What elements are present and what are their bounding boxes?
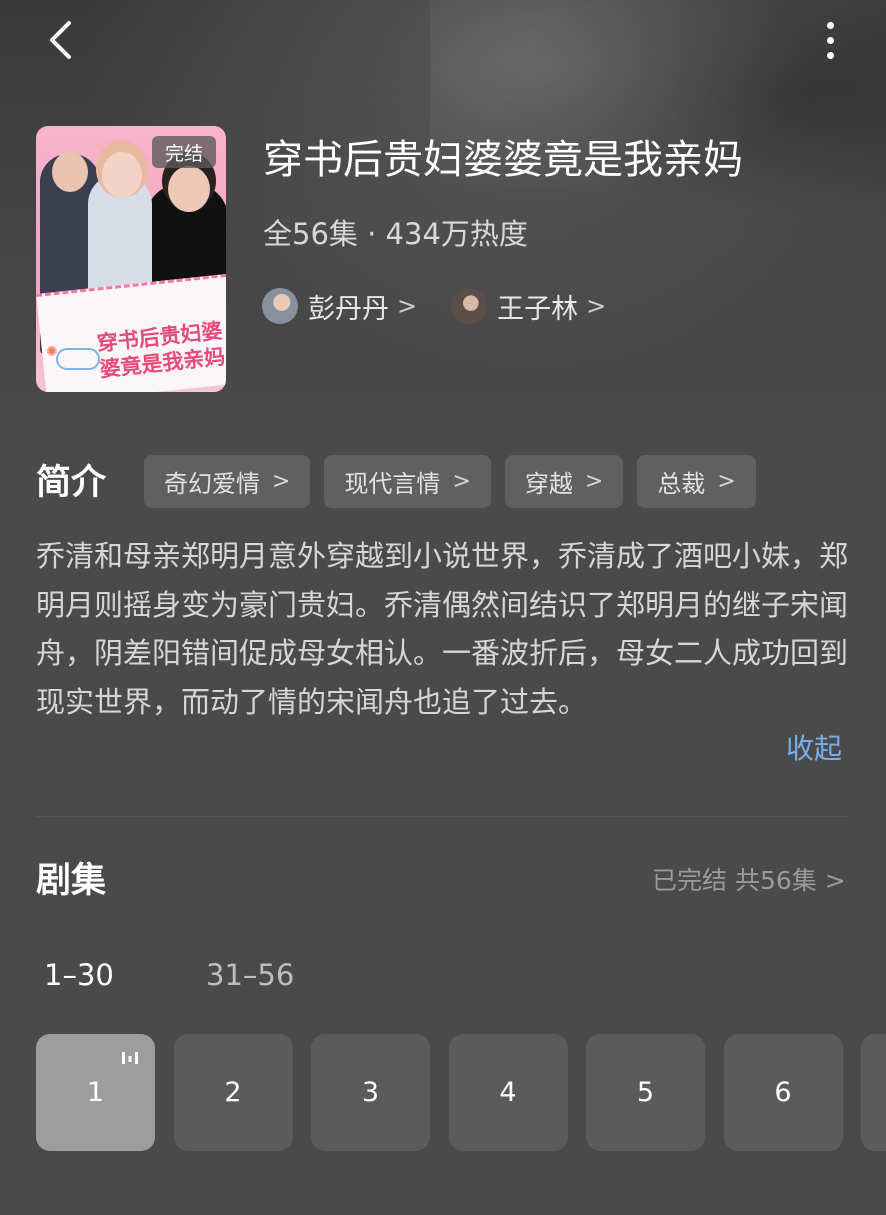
tag-label: 穿越 bbox=[524, 470, 573, 498]
show-description: 乔清和母亲郑明月意外穿越到小说世界，乔清成了酒吧小妹，郑明月则摇身变为豪门贵妇。… bbox=[36, 539, 849, 719]
tag-label: 现代言情 bbox=[344, 470, 441, 498]
episode-number: 4 bbox=[499, 1077, 517, 1108]
episode-number: 2 bbox=[224, 1077, 242, 1108]
actor-name: 王子林 bbox=[497, 293, 579, 325]
cloud-icon bbox=[56, 348, 100, 370]
show-poster[interactable]: ✺ 穿书后贵妇婆婆竟是我亲妈 完结 bbox=[36, 126, 226, 392]
show-title: 穿书后贵妇婆婆竟是我亲妈 bbox=[263, 137, 743, 183]
tab-range-1-30[interactable]: 1–30 bbox=[44, 955, 114, 995]
tag-label: 总裁 bbox=[657, 470, 706, 498]
episode-number: 3 bbox=[361, 1077, 380, 1108]
chevron-right-icon: > bbox=[584, 469, 604, 494]
back-button[interactable] bbox=[38, 18, 82, 62]
episodes-status-link[interactable]: 已完结 共56集 > bbox=[652, 862, 846, 900]
actor-link-2[interactable]: 王子林 > bbox=[451, 287, 606, 326]
chevron-right-icon: > bbox=[717, 469, 736, 494]
episode-button-6[interactable]: 6 bbox=[723, 1034, 843, 1151]
tag-time-travel[interactable]: 穿越 > bbox=[504, 455, 624, 508]
episode-button-5[interactable]: 5 bbox=[586, 1034, 705, 1151]
episode-number: 6 bbox=[774, 1077, 792, 1108]
episode-number: 5 bbox=[636, 1077, 655, 1108]
episode-button-4[interactable]: 4 bbox=[448, 1034, 568, 1151]
intro-heading: 简介 bbox=[36, 463, 107, 503]
episode-number: 1 bbox=[86, 1077, 105, 1108]
avatar bbox=[451, 288, 488, 324]
episode-button-2[interactable]: 2 bbox=[173, 1034, 293, 1151]
collapse-button[interactable]: 收起 bbox=[786, 727, 842, 771]
actor-list: 彭丹丹 > 王子林 > bbox=[262, 286, 640, 326]
episode-button-peek[interactable] bbox=[861, 1034, 886, 1151]
episodes-heading: 剧集 bbox=[36, 861, 107, 901]
more-vertical-icon bbox=[826, 21, 834, 29]
genre-tags: 奇幻爱情 > 现代言情 > 穿越 > 总裁 > bbox=[144, 455, 770, 508]
chevron-right-icon: > bbox=[452, 469, 471, 494]
tag-modern-romance[interactable]: 现代言情 > bbox=[324, 455, 491, 508]
chevron-left-icon bbox=[50, 21, 71, 59]
chevron-right-icon: > bbox=[272, 469, 291, 494]
episode-button-3[interactable]: 3 bbox=[311, 1034, 430, 1151]
actor-name: 彭丹丹 bbox=[308, 293, 389, 325]
tag-fantasy-romance[interactable]: 奇幻爱情 > bbox=[144, 455, 311, 508]
chevron-right-icon: > bbox=[397, 292, 418, 320]
avatar bbox=[262, 288, 298, 324]
actor-link-1[interactable]: 彭丹丹 > bbox=[262, 287, 417, 326]
more-options-button[interactable] bbox=[812, 14, 848, 66]
tag-ceo[interactable]: 总裁 > bbox=[637, 455, 756, 508]
episode-button-1[interactable]: 1 bbox=[36, 1034, 155, 1151]
tab-range-31-56[interactable]: 31–56 bbox=[206, 955, 294, 995]
playing-bars-icon bbox=[122, 1052, 138, 1064]
chevron-right-icon: > bbox=[586, 292, 607, 320]
episode-grid: 1 2 3 4 5 6 bbox=[36, 1034, 886, 1151]
completed-badge: 完结 bbox=[152, 136, 216, 168]
divider bbox=[36, 816, 850, 817]
tag-label: 奇幻爱情 bbox=[164, 470, 260, 498]
show-meta: 全56集 · 434万热度 bbox=[263, 217, 528, 251]
